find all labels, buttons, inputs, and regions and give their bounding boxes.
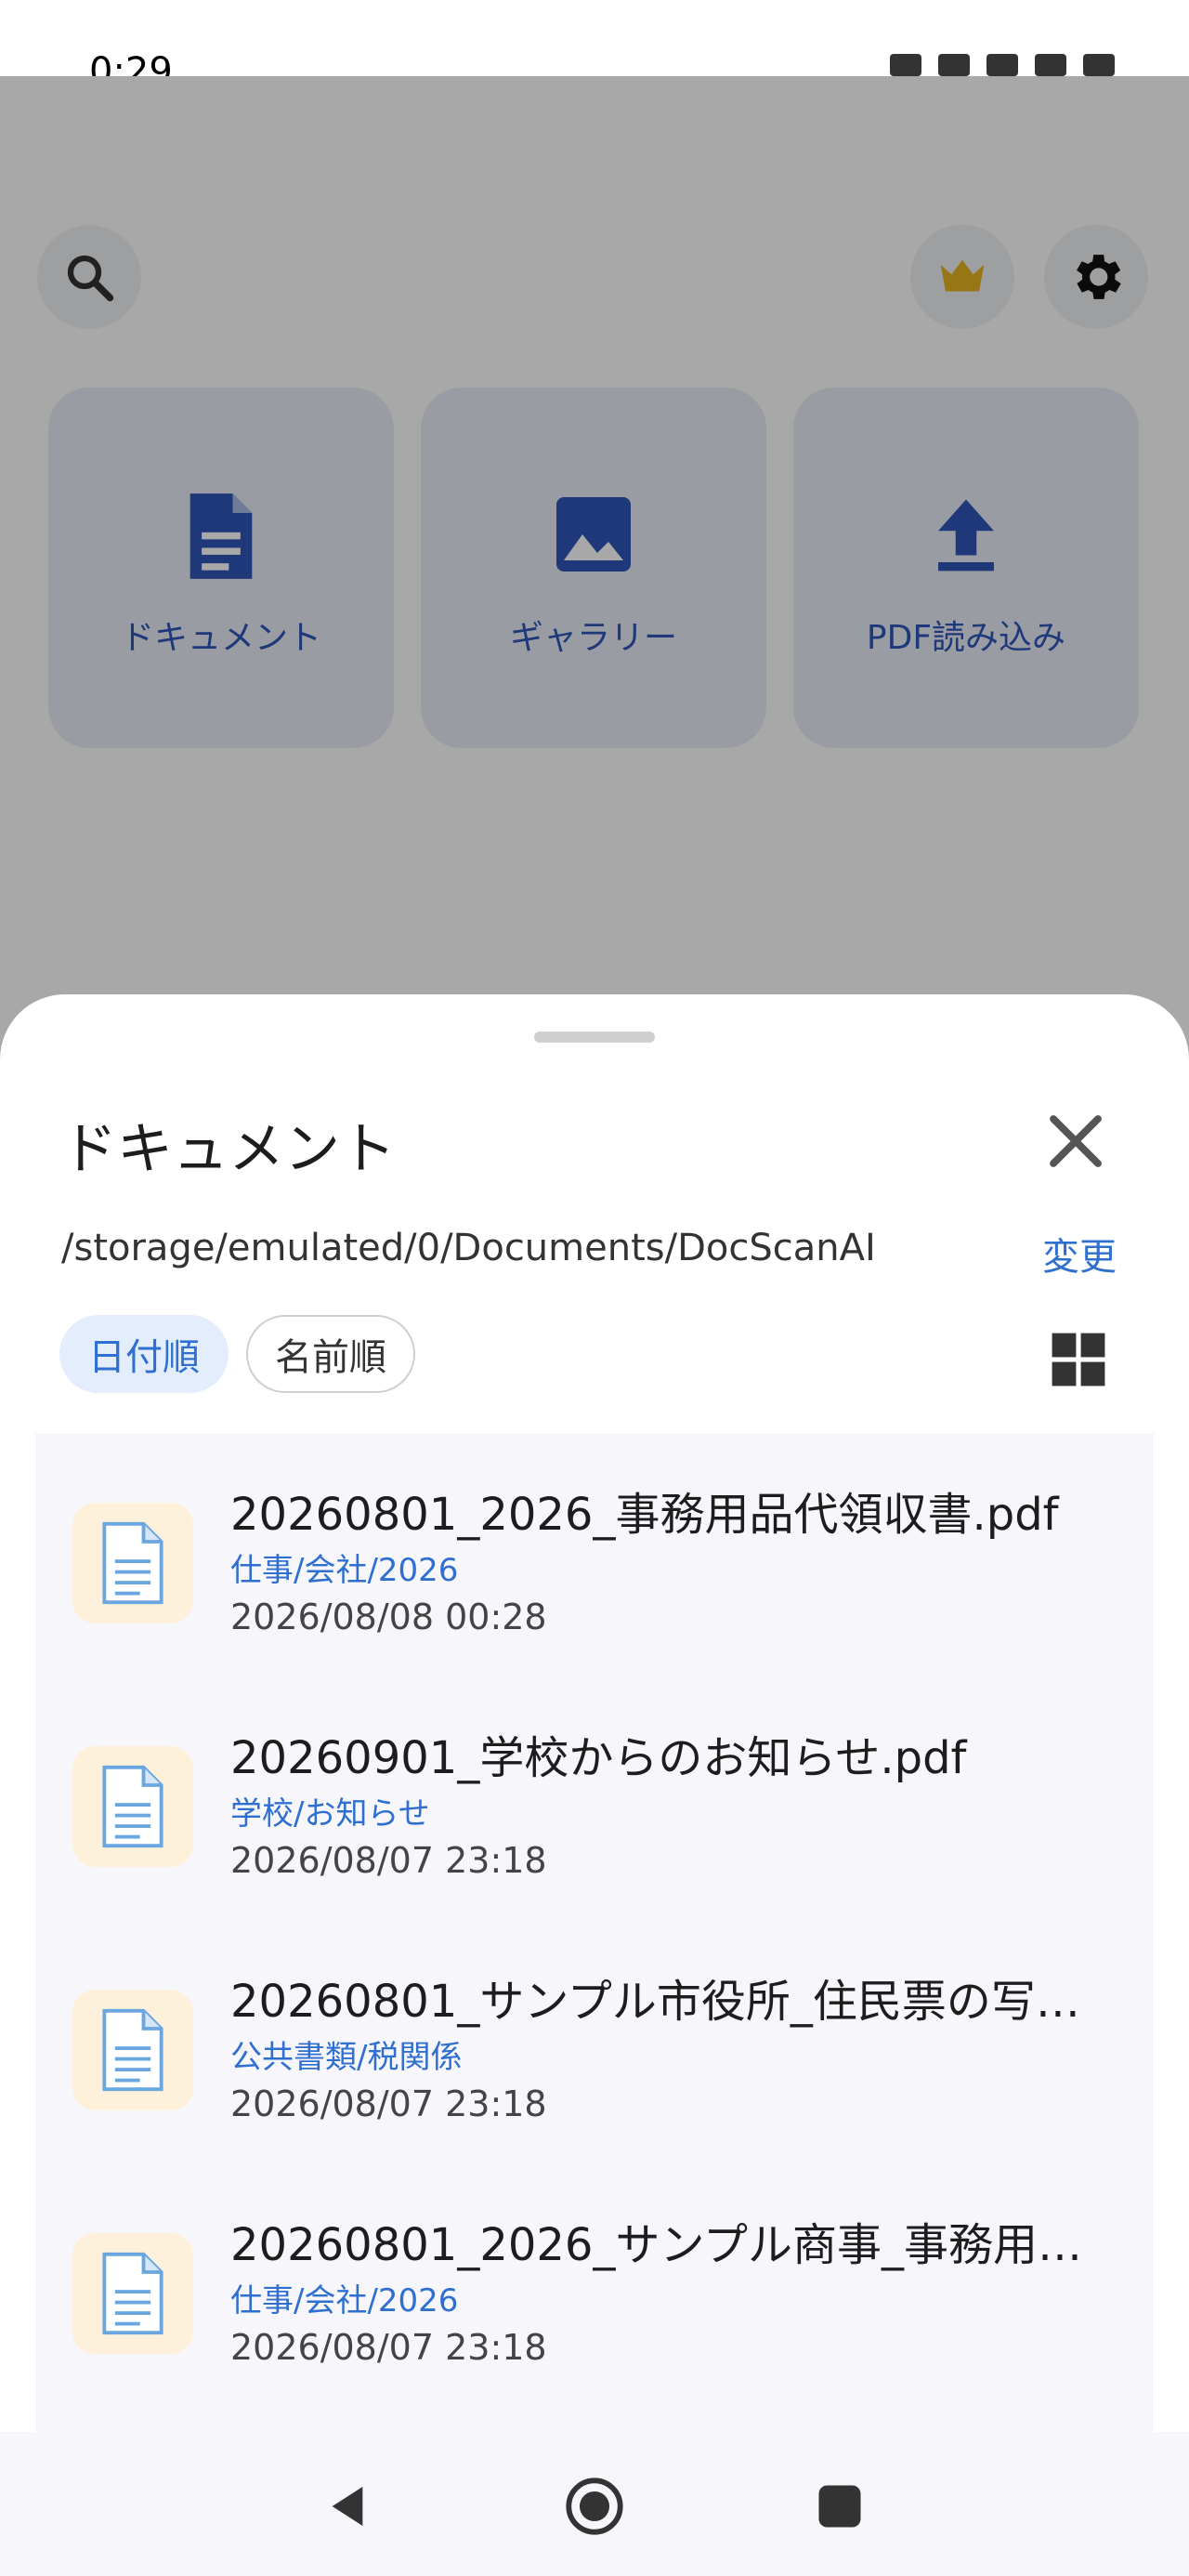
back-icon — [332, 2487, 363, 2526]
file-thumbnail — [72, 2233, 193, 2354]
file-icon — [102, 2008, 163, 2092]
file-name: 20260801_サンプル市役所_住民票の写… — [230, 1976, 1080, 2028]
back-button[interactable] — [310, 2469, 385, 2543]
file-icon — [102, 2252, 163, 2335]
status-icons — [890, 54, 1115, 76]
file-list-item[interactable]: 20260801_2026_サンプル商事_事務用… 仕事/会社/2026 202… — [35, 2163, 1154, 2407]
file-name: 20260801_2026_サンプル商事_事務用… — [230, 2219, 1083, 2271]
file-thumbnail — [72, 1746, 193, 1867]
file-date: 2026/08/07 23:18 — [230, 2327, 547, 2368]
file-thumbnail — [72, 1990, 193, 2110]
file-list-item[interactable]: 20260901_学校からのお知らせ.pdf 学校/お知らせ 2026/08/0… — [35, 1676, 1154, 1920]
file-icon — [102, 1765, 163, 1848]
wifi-icon — [1035, 54, 1066, 76]
file-name: 20260801_2026_事務用品代領収書.pdf — [230, 1489, 1059, 1541]
close-icon — [1050, 1115, 1102, 1167]
file-list-item[interactable]: 20260801_サンプル市役所_住民票の写… 公共書類/税関係 2026/08… — [35, 1920, 1154, 2163]
storage-path: /storage/emulated/0/Documents/DocScanAI — [61, 1227, 876, 1269]
file-folder: 仕事/会社/2026 — [230, 1552, 459, 1589]
home-button[interactable] — [557, 2469, 632, 2543]
file-name: 20260901_学校からのお知らせ.pdf — [230, 1732, 967, 1784]
file-date: 2026/08/07 23:18 — [230, 1840, 547, 1881]
signal-icon — [986, 54, 1018, 76]
file-folder: 学校/お知らせ — [230, 1795, 430, 1833]
file-icon — [102, 1521, 163, 1605]
file-date: 2026/08/07 23:18 — [230, 2083, 547, 2124]
sort-by-date-chip[interactable]: 日付順 — [59, 1315, 229, 1393]
file-folder: 公共書類/税関係 — [230, 2039, 463, 2076]
file-folder: 仕事/会社/2026 — [230, 2282, 459, 2320]
grid-view-icon[interactable] — [1050, 1331, 1107, 1388]
file-list: 20260801_2026_事務用品代領収書.pdf 仕事/会社/2026 20… — [35, 1433, 1154, 2478]
change-path-button[interactable]: 変更 — [1042, 1227, 1117, 1281]
mute-icon — [938, 54, 970, 76]
sheet-title: ドキュメント — [61, 1117, 396, 1182]
file-thumbnail — [72, 1503, 193, 1623]
status-bar: 0:29 — [0, 0, 1189, 93]
system-navigation-bar — [0, 2432, 1189, 2576]
file-list-item[interactable]: 20260801_2026_事務用品代領収書.pdf 仕事/会社/2026 20… — [35, 1433, 1154, 1676]
file-date: 2026/08/08 00:28 — [230, 1597, 547, 1637]
close-button[interactable] — [1031, 1097, 1120, 1186]
recents-button[interactable] — [803, 2469, 877, 2543]
recents-icon — [818, 2485, 861, 2528]
sheet-drag-handle[interactable] — [534, 1032, 655, 1043]
sort-by-name-chip[interactable]: 名前順 — [246, 1315, 415, 1393]
battery-icon — [1083, 54, 1115, 76]
home-icon — [566, 2477, 623, 2535]
documents-bottom-sheet: ドキュメント /storage/emulated/0/Documents/Doc… — [0, 994, 1189, 2576]
bluetooth-icon — [890, 54, 921, 76]
